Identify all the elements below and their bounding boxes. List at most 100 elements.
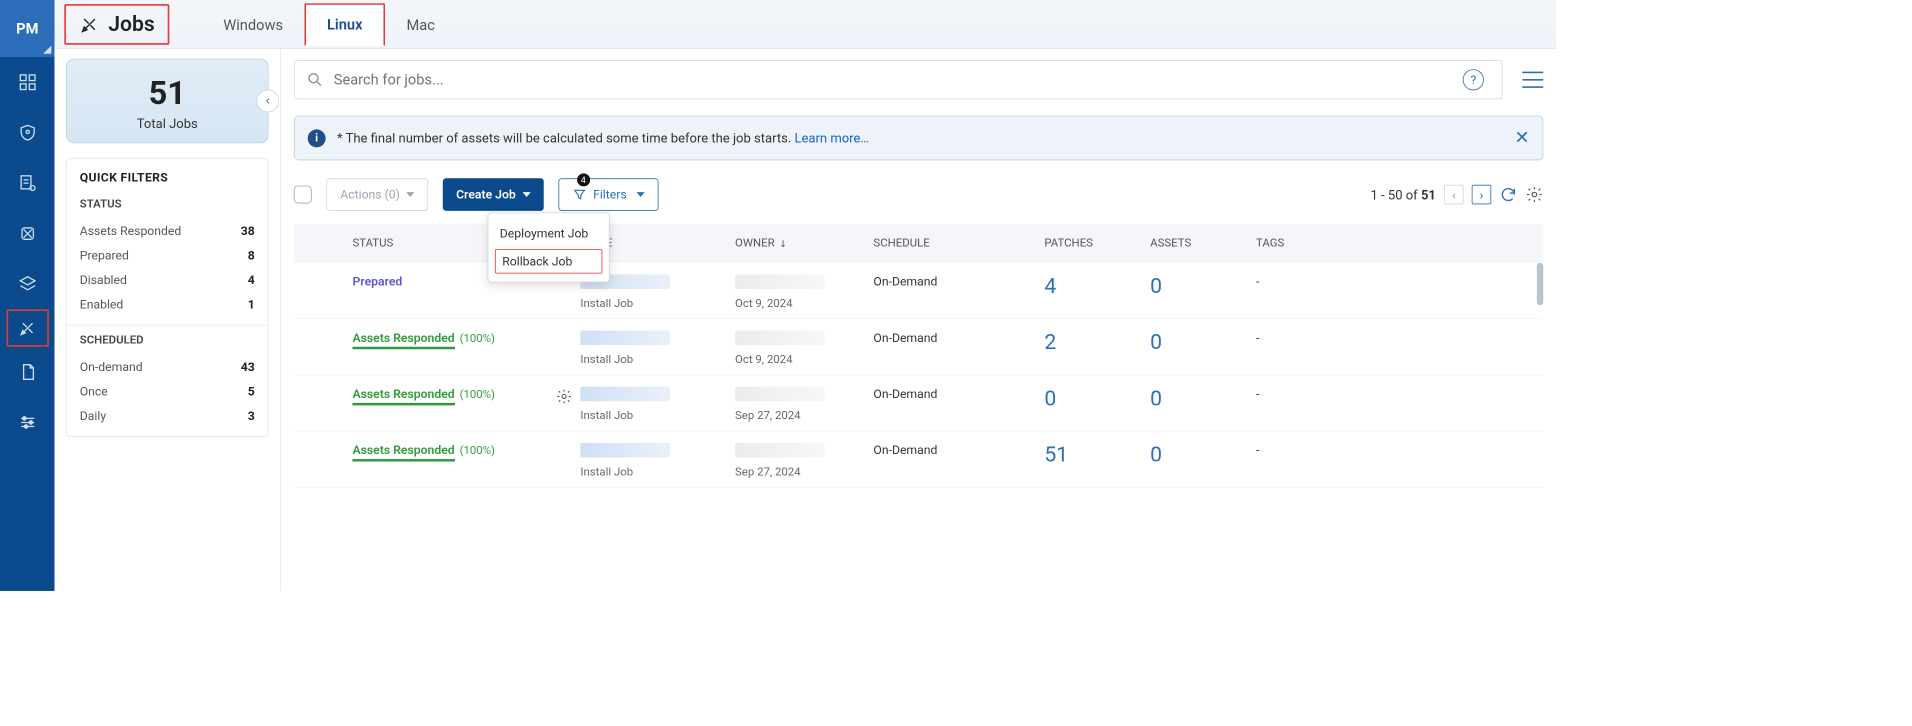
left-rail: PM	[0, 0, 55, 591]
scheduled-section-label: SCHEDULED	[80, 334, 255, 347]
rail-dashboard-icon[interactable]	[0, 57, 55, 107]
total-jobs-card[interactable]: 51 Total Jobs	[66, 59, 269, 144]
cell-tags: -	[1246, 443, 1543, 479]
filter-enabled[interactable]: Enabled 1	[80, 292, 255, 316]
table-row[interactable]: Assets Responded(100%) Install Job Sep 2…	[294, 375, 1543, 431]
body: 51 Total Jobs QUICK FILTERS STATUS Asset…	[55, 49, 1557, 591]
tab-linux[interactable]: Linux	[304, 3, 385, 46]
cell-assets[interactable]: 0	[1140, 274, 1246, 310]
scrollbar-thumb[interactable]	[1537, 263, 1544, 305]
search-icon	[306, 71, 324, 89]
cell-tags: -	[1246, 330, 1543, 366]
search-input[interactable]	[334, 71, 1453, 88]
cell-schedule: On-Demand	[864, 274, 1035, 310]
table-row[interactable]: Assets Responded(100%) Install Job Oct 9…	[294, 319, 1543, 375]
actions-button: Actions (0)	[326, 178, 428, 211]
pager: 1 - 50 of 51 ‹ ›	[1371, 185, 1544, 205]
rail-assets-icon[interactable]	[0, 259, 55, 309]
cell-tags: -	[1246, 387, 1543, 423]
chevron-down-icon	[636, 192, 644, 197]
cell-patches[interactable]: 4	[1035, 274, 1141, 310]
table-row[interactable]: Prepared Install Job Oct 9, 2024 On-Dema…	[294, 263, 1543, 319]
info-link[interactable]: Learn more…	[794, 130, 869, 145]
cell-patches[interactable]: 2	[1035, 330, 1141, 366]
pager-prev-button[interactable]: ‹	[1444, 185, 1464, 205]
cell-patches[interactable]: 51	[1035, 443, 1141, 479]
rail-settings-icon[interactable]	[0, 397, 55, 447]
filter-assets-responded[interactable]: Assets Responded 38	[80, 219, 255, 243]
dropdown-rollback-job[interactable]: Rollback Job	[495, 249, 602, 273]
help-button[interactable]: ?	[1463, 69, 1484, 90]
cell-name: Install Job	[571, 443, 726, 479]
menu-button[interactable]	[1522, 72, 1543, 88]
info-banner: i * The final number of assets will be c…	[294, 116, 1543, 161]
os-tabs: Windows Linux Mac	[202, 3, 456, 45]
search-bar: ?	[294, 60, 1543, 99]
jobs-table: STATUS NAME OWNER SCHEDULE PATCHES ASSET…	[294, 224, 1543, 591]
app-switcher[interactable]: PM	[0, 0, 55, 57]
search-box[interactable]: ?	[294, 60, 1503, 99]
cell-name: Install Job	[571, 330, 726, 366]
sidebar-collapse-button[interactable]	[256, 90, 279, 113]
col-owner[interactable]: OWNER	[725, 237, 863, 250]
col-assets[interactable]: ASSETS	[1140, 237, 1246, 250]
table-header: STATUS NAME OWNER SCHEDULE PATCHES ASSET…	[294, 224, 1543, 263]
rail-jobs-icon[interactable]	[6, 309, 48, 346]
refresh-icon[interactable]	[1499, 186, 1517, 204]
cell-status: Assets Responded(100%)	[343, 387, 571, 423]
redacted-name	[580, 443, 670, 458]
filters-button[interactable]: 4 Filters	[558, 178, 658, 211]
row-settings-icon[interactable]	[556, 388, 572, 404]
cell-assets[interactable]: 0	[1140, 443, 1246, 479]
redacted-name	[580, 330, 670, 345]
cell-tags: -	[1246, 274, 1543, 310]
table-body[interactable]: Prepared Install Job Oct 9, 2024 On-Dema…	[294, 263, 1543, 591]
total-jobs-label: Total Jobs	[75, 116, 260, 131]
redacted-owner	[735, 330, 825, 345]
table-settings-icon[interactable]	[1525, 186, 1543, 204]
page-title-text: Jobs	[108, 12, 155, 36]
filter-daily[interactable]: Daily 3	[80, 404, 255, 428]
cell-status: Assets Responded(100%)	[343, 443, 571, 479]
filter-once[interactable]: Once 5	[80, 379, 255, 403]
cell-schedule: On-Demand	[864, 387, 1035, 423]
tab-mac[interactable]: Mac	[385, 3, 456, 45]
quick-filters-heading: QUICK FILTERS	[80, 170, 255, 185]
chevron-left-icon	[263, 96, 273, 106]
col-schedule[interactable]: SCHEDULE	[864, 237, 1035, 250]
tab-windows[interactable]: Windows	[202, 3, 304, 45]
cell-assets[interactable]: 0	[1140, 387, 1246, 423]
col-patches[interactable]: PATCHES	[1035, 237, 1141, 250]
cell-schedule: On-Demand	[864, 330, 1035, 366]
cell-owner: Sep 27, 2024	[725, 387, 863, 423]
filter-icon	[572, 187, 587, 202]
rail-patch-icon[interactable]	[0, 208, 55, 258]
jobs-icon	[79, 13, 100, 34]
cell-schedule: On-Demand	[864, 443, 1035, 479]
rail-report-icon[interactable]	[0, 158, 55, 208]
dropdown-deployment-job[interactable]: Deployment Job	[488, 220, 608, 248]
status-section-label: STATUS	[80, 198, 255, 211]
info-close-button[interactable]: ✕	[1514, 128, 1529, 148]
filter-disabled[interactable]: Disabled 4	[80, 268, 255, 292]
table-row[interactable]: Assets Responded(100%) Install Job Sep 2…	[294, 431, 1543, 487]
filter-on-demand[interactable]: On-demand 43	[80, 355, 255, 379]
cell-owner: Oct 9, 2024	[725, 274, 863, 310]
create-job-button[interactable]: Create Job	[443, 178, 543, 211]
cell-name: Install Job	[571, 387, 726, 423]
main: Jobs Windows Linux Mac 51 Total Jobs QUI…	[55, 0, 1557, 591]
cell-owner: Sep 27, 2024	[725, 443, 863, 479]
tabstrip: Jobs Windows Linux Mac	[55, 0, 1557, 49]
redacted-owner	[735, 443, 825, 458]
rail-document-icon[interactable]	[0, 347, 55, 397]
cell-owner: Oct 9, 2024	[725, 330, 863, 366]
cell-patches[interactable]: 0	[1035, 387, 1141, 423]
page-title: Jobs	[64, 4, 169, 45]
total-jobs-value: 51	[75, 74, 260, 112]
col-tags[interactable]: TAGS	[1246, 237, 1543, 250]
cell-assets[interactable]: 0	[1140, 330, 1246, 366]
rail-shield-icon[interactable]	[0, 107, 55, 157]
select-all-checkbox[interactable]	[294, 186, 312, 204]
filter-prepared[interactable]: Prepared 8	[80, 243, 255, 267]
pager-next-button[interactable]: ›	[1472, 185, 1492, 205]
